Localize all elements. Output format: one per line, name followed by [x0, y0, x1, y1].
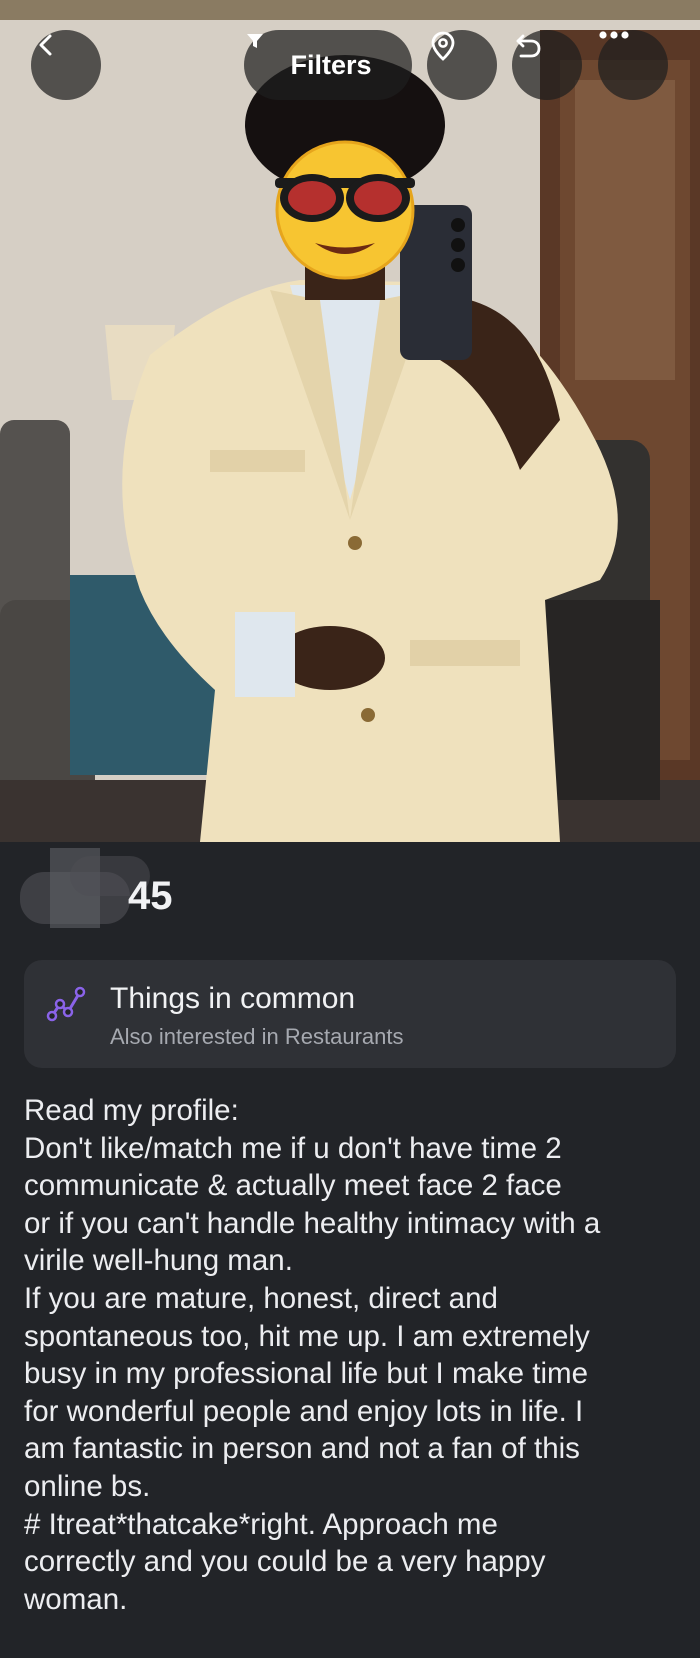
more-options-button[interactable]	[598, 30, 668, 100]
profile-bio: Read my profile: Don't like/match me if …	[24, 1092, 684, 1618]
things-in-common-subtitle: Also interested in Restaurants	[110, 1024, 404, 1049]
interests-graph-icon	[46, 984, 86, 1029]
things-in-common-card[interactable]: Things in common Also interested in Rest…	[24, 960, 676, 1068]
bio-line: communicate & actually meet face 2 face	[24, 1169, 562, 1203]
location-button[interactable]	[427, 30, 497, 100]
bio-line: spontaneous too, hit me up. I am extreme…	[24, 1319, 590, 1353]
things-in-common-title: Things in common	[110, 982, 356, 1015]
bio-line: If you are mature, honest, direct and	[24, 1281, 498, 1315]
bio-line: woman.	[24, 1582, 128, 1616]
bio-line: busy in my professional life but I make …	[24, 1357, 589, 1391]
bio-line: online bs.	[24, 1469, 151, 1503]
filters-button[interactable]: Filters	[244, 30, 412, 100]
bio-line: Read my profile:	[24, 1094, 239, 1127]
bio-line: am fantastic in person and not a fan of …	[24, 1432, 580, 1466]
back-button[interactable]	[31, 30, 101, 100]
profile-age: 45	[128, 874, 173, 918]
bio-line: # Itreat*thatcake*right. Approach me	[24, 1507, 498, 1541]
profile-photo[interactable]: Filters	[0, 0, 700, 842]
bio-line: or if you can't handle healthy intimacy …	[24, 1206, 601, 1240]
undo-button[interactable]	[512, 30, 582, 100]
profile-details: 45 Things in common Also interested in R…	[0, 842, 700, 1658]
bio-line: Don't like/match me if u don't have time…	[24, 1131, 562, 1165]
profile-photo-illustration	[0, 0, 700, 842]
top-bar: Filters	[0, 30, 700, 100]
bio-line: virile well-hung man.	[24, 1244, 293, 1278]
filters-label: Filters	[290, 49, 372, 80]
bio-line: correctly and you could be a very happy	[24, 1545, 546, 1579]
bio-line: for wonderful people and enjoy lots in l…	[24, 1394, 584, 1428]
